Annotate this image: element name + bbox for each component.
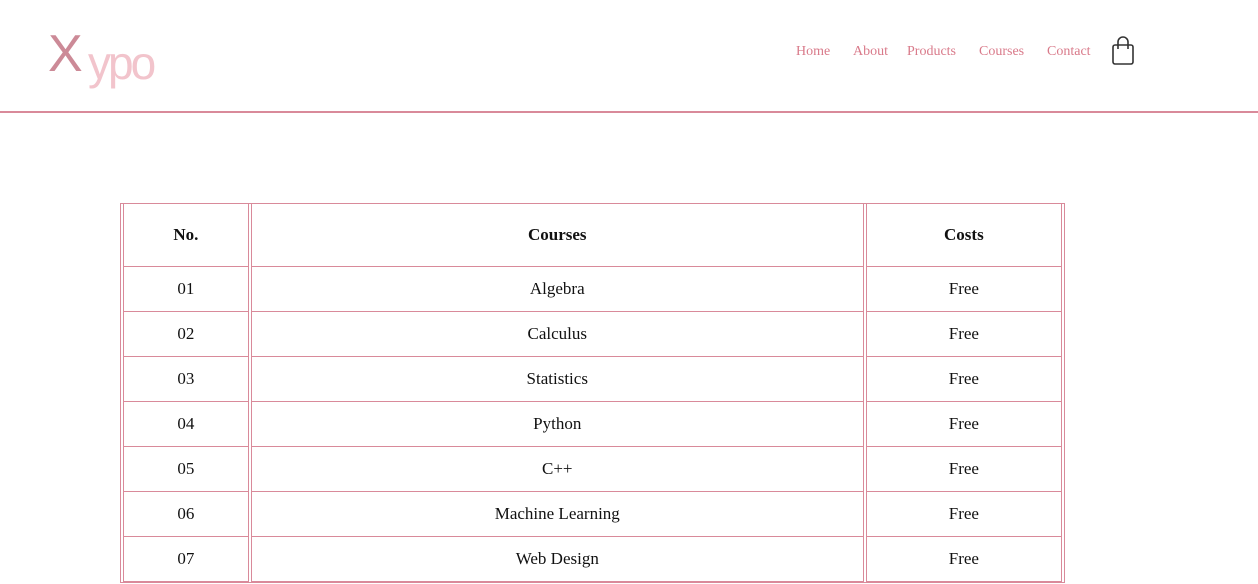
nav-link-contact[interactable]: Contact	[1047, 43, 1091, 61]
table-header-row: No. Courses Costs	[123, 204, 1062, 267]
cell-cost: Free	[865, 447, 1062, 492]
table-row: 07 Web Design Free	[123, 537, 1062, 582]
cell-number: 03	[123, 357, 249, 402]
site-header: X ypo Home About Products Courses Contac…	[0, 0, 1258, 113]
cell-course: Calculus	[250, 312, 864, 357]
nav-link-products[interactable]: Products	[907, 43, 956, 61]
cell-course: Python	[250, 402, 864, 447]
column-header-courses: Courses	[250, 204, 864, 267]
cell-number: 04	[123, 402, 249, 447]
cell-cost: Free	[865, 312, 1062, 357]
table-row: 04 Python Free	[123, 402, 1062, 447]
main-nav: Home About Products Courses Contact	[0, 43, 1258, 63]
cell-course: Machine Learning	[250, 492, 864, 537]
shopping-bag-icon	[1112, 36, 1134, 65]
cart-button[interactable]	[1110, 36, 1136, 66]
cell-cost: Free	[865, 267, 1062, 312]
cell-number: 06	[123, 492, 249, 537]
nav-link-courses[interactable]: Courses	[979, 43, 1024, 61]
cell-cost: Free	[865, 492, 1062, 537]
table-row: 02 Calculus Free	[123, 312, 1062, 357]
column-header-costs: Costs	[865, 204, 1062, 267]
cell-course: C++	[250, 447, 864, 492]
cell-number: 02	[123, 312, 249, 357]
table-row: 03 Statistics Free	[123, 357, 1062, 402]
cell-course: Web Design	[250, 537, 864, 582]
cell-cost: Free	[865, 357, 1062, 402]
cell-cost: Free	[865, 537, 1062, 582]
nav-link-home[interactable]: Home	[796, 43, 830, 61]
cell-number: 07	[123, 537, 249, 582]
courses-table-container: No. Courses Costs 01 Algebra Free 02 Cal…	[120, 203, 1065, 583]
nav-link-about[interactable]: About	[853, 43, 888, 61]
table-row: 06 Machine Learning Free	[123, 492, 1062, 537]
cell-cost: Free	[865, 402, 1062, 447]
column-header-number: No.	[123, 204, 249, 267]
cell-number: 05	[123, 447, 249, 492]
table-row: 05 C++ Free	[123, 447, 1062, 492]
cell-course: Statistics	[250, 357, 864, 402]
cell-number: 01	[123, 267, 249, 312]
courses-table: No. Courses Costs 01 Algebra Free 02 Cal…	[120, 203, 1065, 583]
cell-course: Algebra	[250, 267, 864, 312]
table-row: 01 Algebra Free	[123, 267, 1062, 312]
